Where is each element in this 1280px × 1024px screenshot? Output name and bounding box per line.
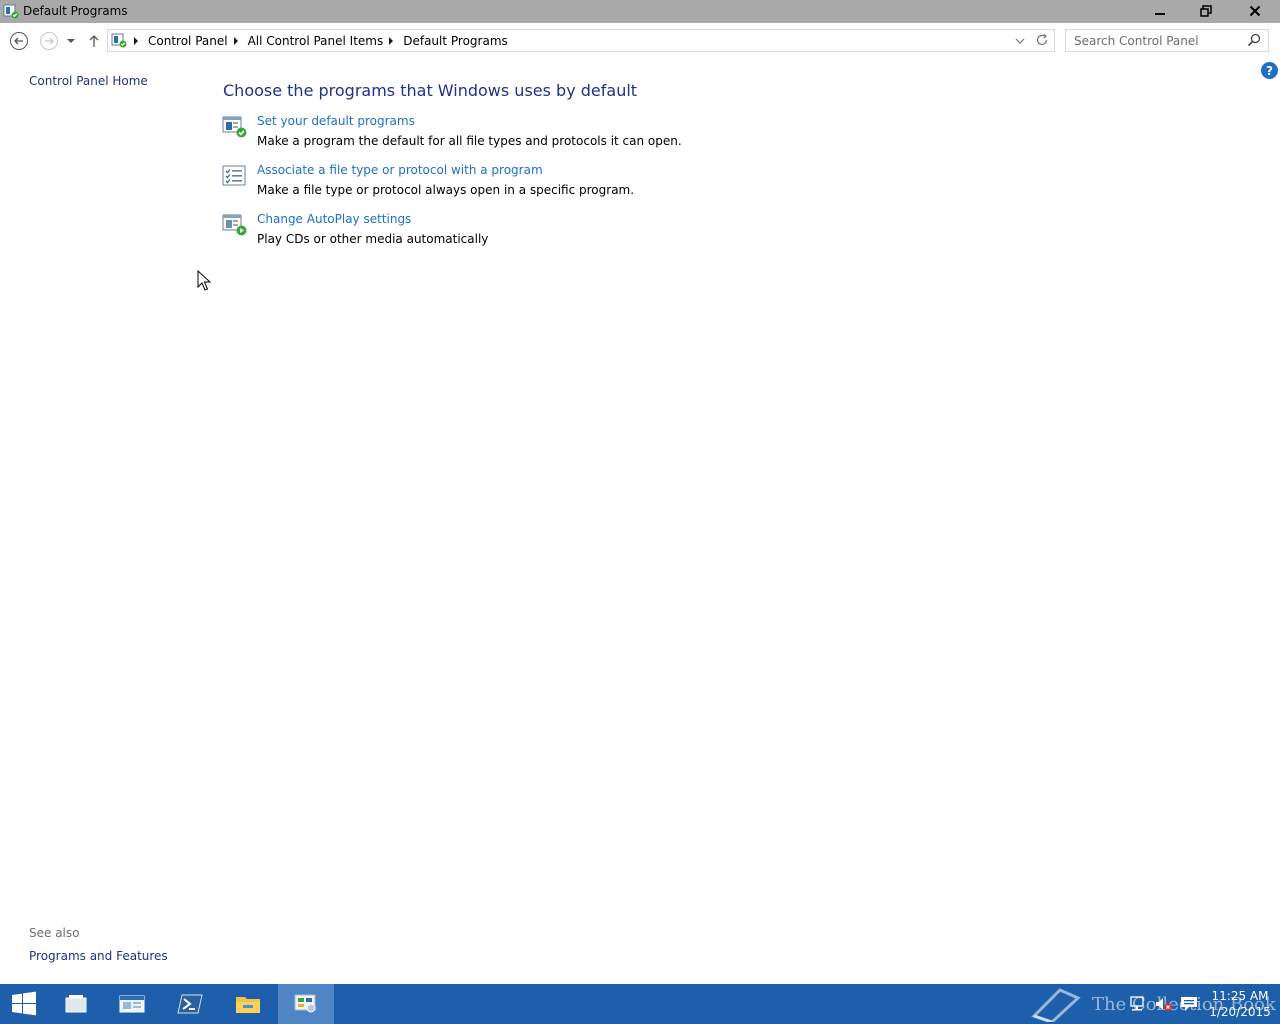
minimize-button[interactable] [1137, 0, 1183, 21]
clock-date: 1/20/2015 [1209, 1005, 1271, 1019]
task-view-icon [65, 995, 87, 1013]
forward-button[interactable] [38, 30, 60, 52]
default-programs-icon [222, 115, 248, 139]
start-icon [12, 991, 36, 1016]
refresh-icon [1036, 33, 1048, 46]
see-also-label: See also [29, 926, 80, 940]
taskbar-powershell[interactable] [162, 984, 218, 1024]
address-bar[interactable]: Control Panel All Control Panel Items De… [107, 29, 1055, 52]
refresh-button[interactable] [1035, 33, 1049, 50]
breadcrumb-control-panel[interactable]: Control Panel [148, 34, 228, 48]
associate-file-type-description: Make a file type or protocol always open… [257, 183, 635, 197]
breadcrumb-default-programs[interactable]: Default Programs [403, 34, 508, 48]
help-button[interactable]: ? [1261, 62, 1278, 79]
control-panel-icon [111, 33, 127, 48]
window-title: Default Programs [23, 4, 128, 18]
breadcrumb: Control Panel All Control Panel Items De… [132, 30, 508, 51]
volume-tray-button[interactable] [1154, 984, 1174, 1024]
control-panel-icon [294, 994, 316, 1013]
powershell-icon [177, 994, 203, 1014]
change-autoplay-description: Play CDs or other media automatically [257, 232, 489, 246]
server-manager-icon [119, 995, 145, 1013]
back-button[interactable] [8, 30, 30, 52]
breadcrumb-arrow-icon[interactable] [233, 36, 238, 45]
programs-and-features-link[interactable]: Programs and Features [29, 949, 168, 963]
volume-muted-icon [1156, 998, 1172, 1011]
action-center-button[interactable] [1180, 984, 1198, 1024]
search-input[interactable] [1066, 30, 1246, 51]
search-icon[interactable] [1247, 33, 1261, 50]
close-icon [1249, 5, 1260, 16]
start-button[interactable] [0, 984, 48, 1024]
taskbar-server-manager[interactable] [104, 984, 160, 1024]
taskbar-task-view[interactable] [48, 984, 104, 1024]
help-icon: ? [1266, 63, 1273, 78]
book-icon [1031, 988, 1081, 1022]
network-icon [1130, 996, 1144, 1011]
network-tray-button[interactable] [1128, 984, 1146, 1024]
breadcrumb-arrow-icon[interactable] [134, 36, 138, 45]
file-explorer-icon [236, 997, 260, 1013]
breadcrumb-all-items[interactable]: All Control Panel Items [248, 34, 384, 48]
task-associate-file-type: Associate a file type or protocol with a… [222, 163, 822, 204]
associate-file-type-link[interactable]: Associate a file type or protocol with a… [257, 163, 543, 177]
back-arrow-icon [10, 32, 28, 50]
breadcrumb-arrow-icon[interactable] [389, 36, 394, 45]
left-pane: Control Panel Home See also Programs and… [0, 58, 200, 984]
close-button[interactable] [1229, 0, 1280, 21]
default-programs-icon [3, 4, 19, 19]
chevron-down-icon [67, 39, 75, 43]
set-default-programs-description: Make a program the default for all file … [257, 134, 682, 148]
minimize-icon [1155, 12, 1165, 15]
change-autoplay-link[interactable]: Change AutoPlay settings [257, 212, 411, 226]
restore-icon [1200, 4, 1212, 17]
forward-arrow-icon [40, 32, 58, 50]
taskbar: The Collection Book 11:25 AM 1/20/2015 [0, 984, 1280, 1024]
control-panel-home-link[interactable]: Control Panel Home [29, 74, 148, 88]
task-set-default-programs: Set your default programs Make a program… [222, 114, 822, 155]
file-association-icon [222, 164, 248, 188]
title-bar[interactable]: Default Programs [0, 0, 1280, 23]
mouse-cursor-icon [197, 269, 212, 295]
system-clock[interactable]: 11:25 AM 1/20/2015 [1205, 988, 1275, 1020]
taskbar-control-panel[interactable] [278, 984, 334, 1024]
page-title: Choose the programs that Windows uses by… [223, 81, 638, 100]
search-box[interactable] [1065, 29, 1269, 52]
autoplay-icon [222, 213, 248, 237]
address-dropdown-button[interactable] [1015, 35, 1025, 49]
action-center-icon [1181, 997, 1197, 1011]
clock-time: 11:25 AM [1211, 989, 1269, 1003]
taskbar-file-explorer[interactable] [220, 984, 276, 1024]
task-change-autoplay: Change AutoPlay settings Play CDs or oth… [222, 212, 822, 253]
set-default-programs-link[interactable]: Set your default programs [257, 114, 415, 128]
up-button[interactable] [83, 30, 105, 52]
restore-button[interactable] [1183, 0, 1229, 21]
chevron-down-icon [1015, 38, 1025, 44]
recent-locations-button[interactable] [61, 30, 81, 52]
up-arrow-icon [89, 35, 99, 47]
